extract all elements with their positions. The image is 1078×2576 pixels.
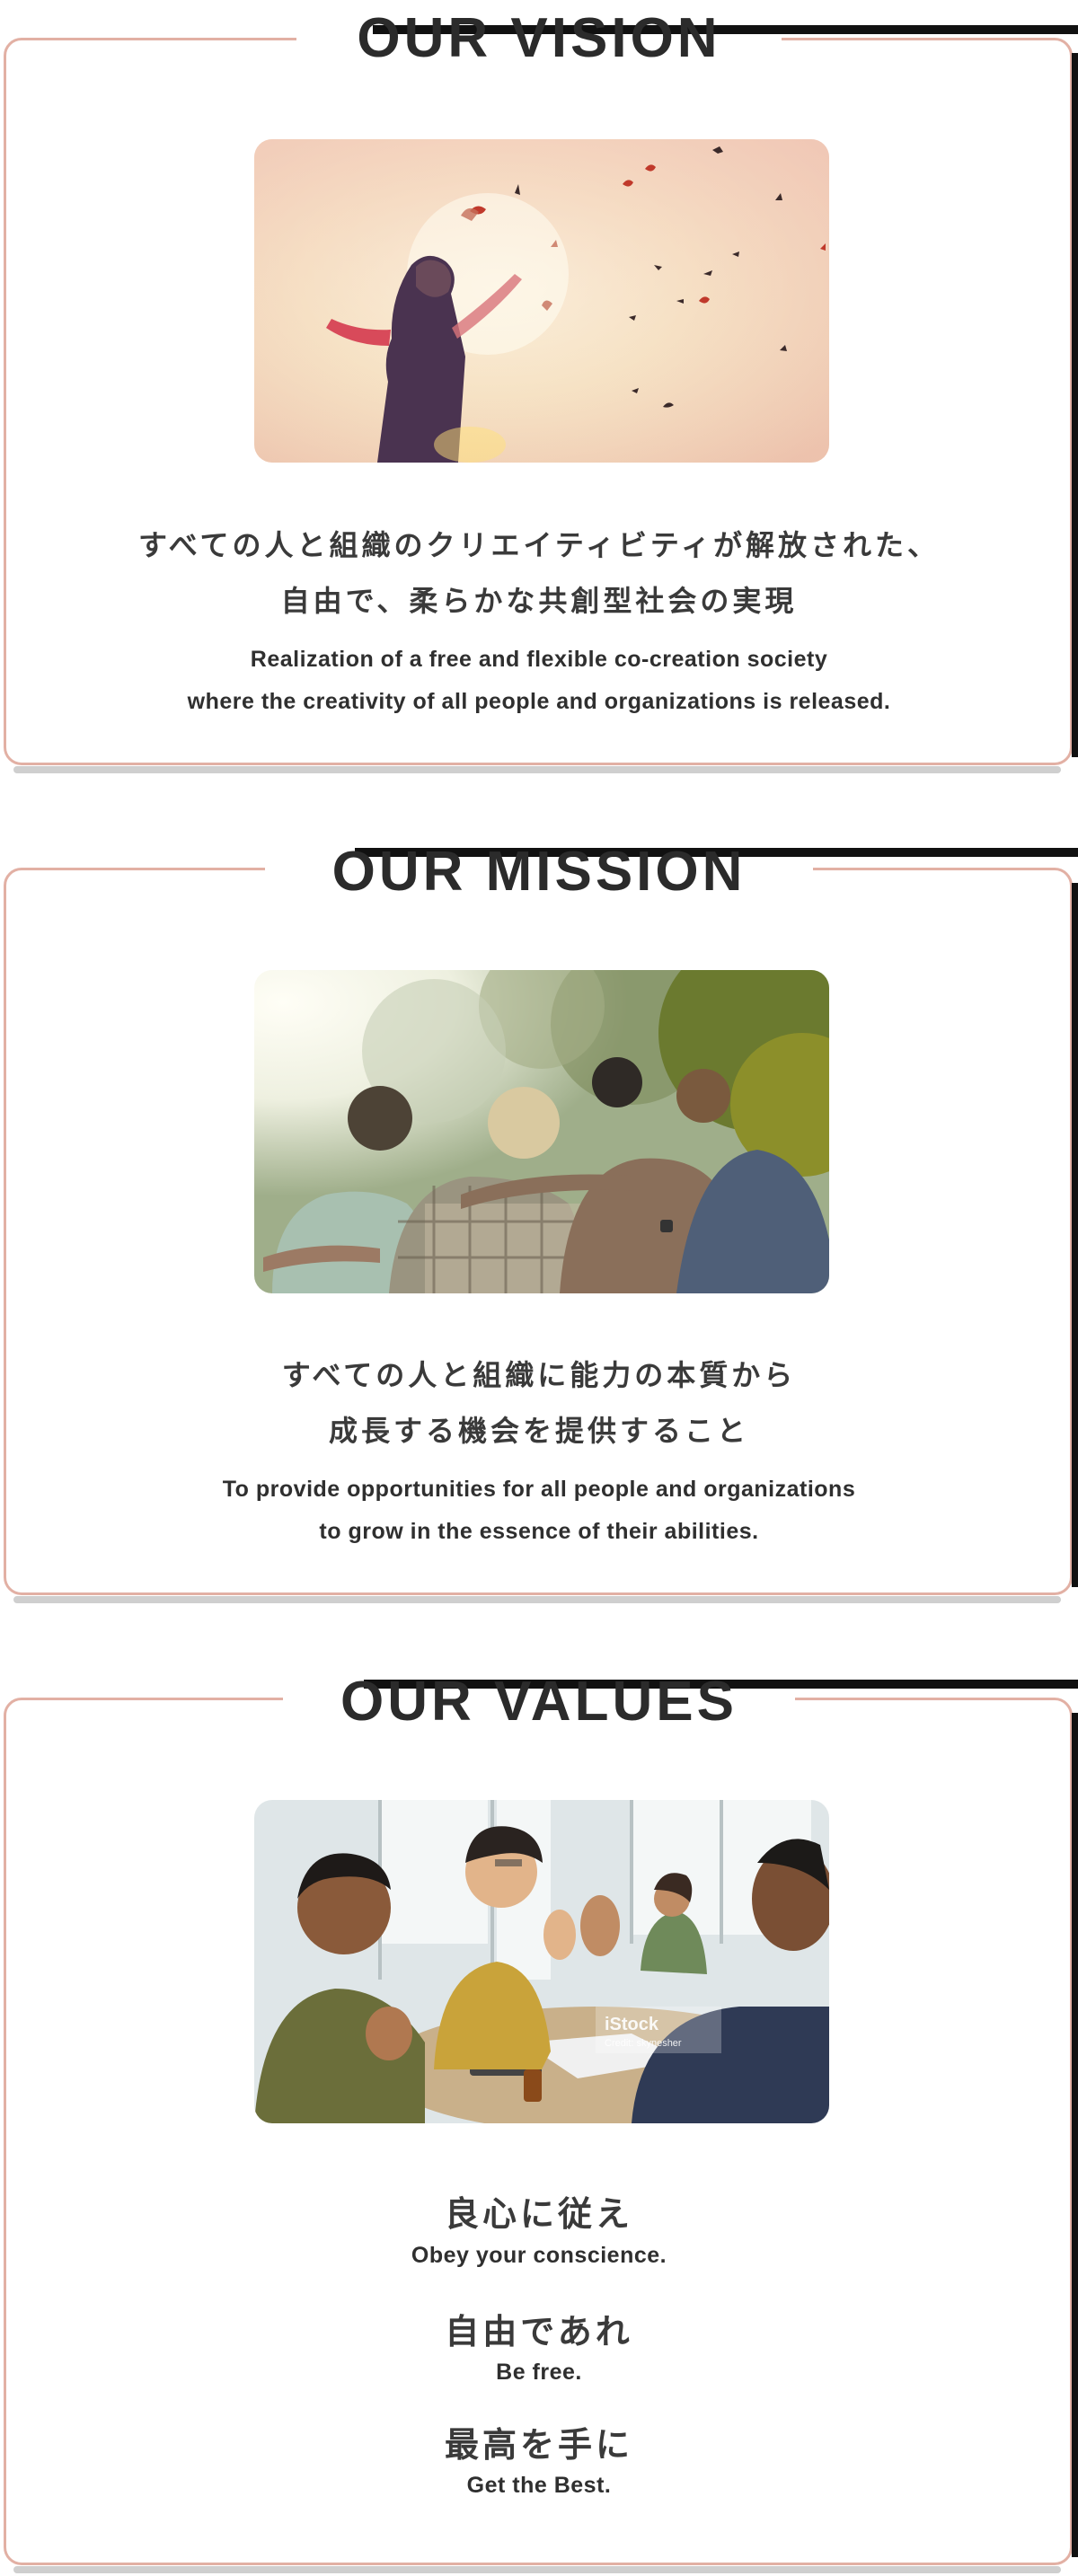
value-3-en: Get the Best.: [466, 2473, 612, 2498]
vision-heading: OUR VISION: [357, 7, 721, 69]
value-3-jp: 最高を手に: [444, 2425, 633, 2465]
mission-en-line-1: To provide opportunities for all people …: [222, 1477, 856, 1502]
value-2-en: Be free.: [496, 2360, 582, 2385]
vision-jp-line-2: 自由で、柔らかな共創型社会の実現: [280, 584, 798, 618]
values-heading-wrap: OUR VALUES: [0, 1660, 1078, 1730]
vision-photo: [254, 139, 829, 463]
value-1-jp: 良心に従え: [444, 2194, 633, 2234]
mission-en-line-2: to grow in the essence of their abilitie…: [319, 1519, 759, 1544]
mission-heading-wrap: OUR MISSION: [0, 830, 1078, 900]
mission-jp-text: すべての人と組織に能力の本質から 成長する機会を提供すること: [0, 1347, 1078, 1459]
mission-en-text: To provide opportunities for all people …: [0, 1469, 1078, 1553]
values-photo-watermark: iStock: [605, 2015, 659, 2034]
value-2-jp: 自由であれ: [445, 2312, 633, 2351]
value-1-en: Obey your conscience.: [411, 2243, 667, 2268]
mission-photo: [254, 970, 829, 1293]
vision-photo-illustration: [254, 139, 829, 463]
vision-heading-wrap: OUR VISION: [0, 0, 1078, 66]
mission-photo-illustration: [254, 970, 829, 1293]
values-photo-watermark-credit: Credit: skynesher: [605, 2038, 682, 2049]
values-heading: OUR VALUES: [340, 1671, 738, 1733]
mission-jp-line-2: 成長する機会を提供すること: [328, 1414, 749, 1448]
vision-en-line-1: Realization of a free and flexible co-cr…: [250, 647, 828, 672]
vision-en-line-2: where the creativity of all people and o…: [187, 689, 891, 714]
values-photo: iStock Credit: skynesher: [254, 1800, 829, 2123]
mission-jp-line-1: すべての人と組織に能力の本質から: [281, 1358, 797, 1392]
mission-heading: OUR MISSION: [331, 841, 747, 903]
vision-en-text: Realization of a free and flexible co-cr…: [0, 639, 1078, 723]
values-photo-illustration: iStock Credit: skynesher: [254, 1800, 829, 2123]
vision-jp-text: すべての人と組織のクリエイティビティが解放された、 自由で、柔らかな共創型社会の…: [0, 517, 1078, 629]
vision-jp-line-1: すべての人と組織のクリエイティビティが解放された、: [137, 528, 940, 562]
